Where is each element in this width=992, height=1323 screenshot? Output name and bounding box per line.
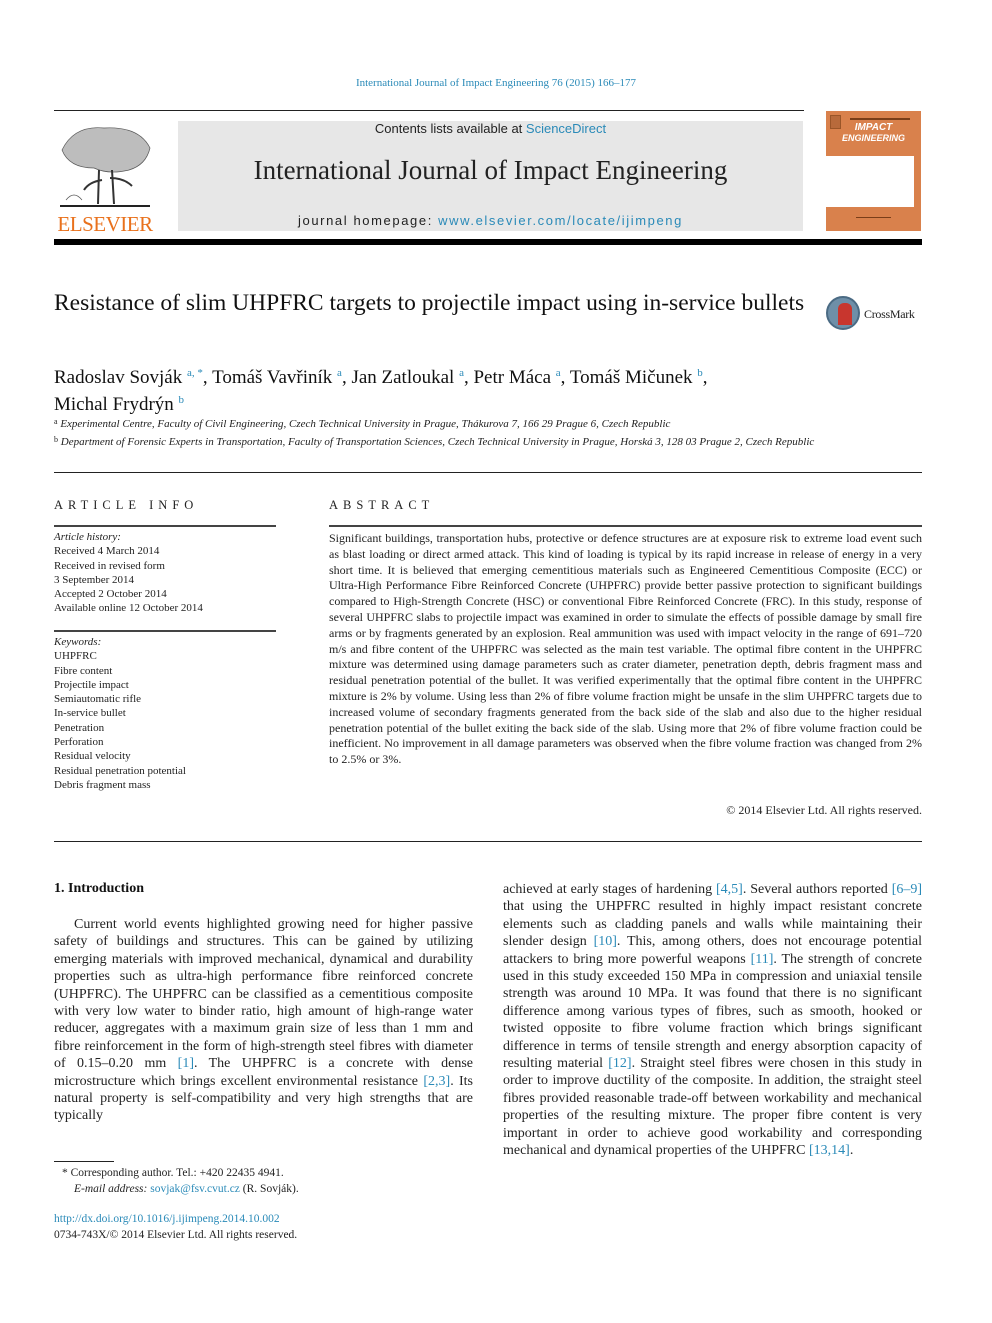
reference-link[interactable]: [12] — [608, 1056, 631, 1071]
contents-line: Contents lists available at ScienceDirec… — [178, 121, 803, 136]
keyword: In-service bullet — [54, 707, 126, 720]
footnote-contact: * Corresponding author. Tel.: +420 22435… — [62, 1167, 284, 1179]
affiliation-a: a Experimental Centre, Faculty of Civil … — [54, 414, 834, 432]
affiliation-mark: b — [54, 435, 58, 444]
body-text: . — [849, 1143, 854, 1159]
issn-copyright: 0734-743X/© 2014 Elsevier Ltd. All right… — [54, 1229, 298, 1241]
journal-banner: Contents lists available at ScienceDirec… — [178, 121, 803, 231]
crossmark-label: CrossMark — [864, 307, 915, 321]
body-text: Current world events highlighted growing… — [54, 917, 473, 1072]
doi-link[interactable]: http://dx.doi.org/10.1016/j.ijimpeng.201… — [54, 1213, 280, 1225]
cover-title-1: IMPACT — [854, 122, 893, 133]
keyword: Semiautomatic rifle — [54, 693, 142, 706]
author-affiliation-mark[interactable]: a — [556, 367, 561, 379]
doi-block: http://dx.doi.org/10.1016/j.ijimpeng.201… — [54, 1211, 454, 1243]
reference-link[interactable]: [10] — [594, 934, 617, 949]
crossmark-icon — [826, 296, 860, 330]
journal-homepage-link[interactable]: www.elsevier.com/locate/ijimpeng — [438, 213, 683, 228]
author-affiliation-mark[interactable]: a — [337, 367, 342, 379]
abstract-heading: ABSTRACT — [329, 498, 435, 512]
reference-link[interactable]: [4,5] — [716, 882, 743, 897]
article-info-rule — [54, 525, 276, 527]
author-affiliation-mark[interactable]: b — [179, 394, 185, 406]
article-info-heading: ARTICLE INFO — [54, 498, 199, 512]
keyword: UHPFRC — [54, 650, 97, 663]
history-item: Received in revised form — [54, 559, 165, 572]
homepage-line: journal homepage: www.elsevier.com/locat… — [178, 213, 803, 228]
header-rule — [54, 110, 804, 111]
cover-publisher-line — [850, 118, 910, 120]
abstract-text: Significant buildings, transportation hu… — [329, 531, 922, 767]
body-text: achieved at early stages of hardening — [503, 882, 716, 897]
author[interactable]: Petr Máca — [473, 367, 551, 388]
affiliation-text: Department of Forensic Experts in Transp… — [60, 436, 815, 448]
keyword: Penetration — [54, 721, 105, 734]
history-item: 3 September 2014 — [54, 573, 135, 586]
footnote-email-line: E-mail address: sovjak@fsv.cvut.cz (R. S… — [62, 1181, 472, 1197]
divider — [54, 841, 922, 842]
keyword: Residual velocity — [54, 750, 131, 763]
elsevier-wordmark: ELSEVIER — [57, 212, 153, 236]
email-label: E-mail address: — [74, 1183, 151, 1195]
author[interactable]: Tomáš Vavřiník — [212, 367, 332, 388]
keyword: Fibre content — [54, 664, 113, 677]
cover-image-area — [826, 156, 914, 207]
body-text: . The strength of concrete used in this … — [503, 951, 922, 1072]
abstract-rule — [329, 525, 922, 527]
reference-link[interactable]: [6–9] — [892, 882, 922, 897]
elsevier-logo[interactable]: ELSEVIER — [54, 120, 156, 236]
section-heading-introduction: 1. Introduction — [54, 881, 144, 896]
reference-link[interactable]: [13,14] — [809, 1143, 850, 1158]
author[interactable]: Tomáš Mičunek — [570, 367, 693, 388]
header-thick-rule — [54, 239, 922, 245]
author-list: Radoslav Sovják a, *, Tomáš Vavřiník a, … — [54, 367, 708, 415]
sciencedirect-link[interactable]: ScienceDirect — [526, 121, 606, 136]
email-link[interactable]: sovjak@fsv.cvut.cz — [150, 1183, 240, 1195]
corresponding-author-footnote: * Corresponding author. Tel.: +420 22435… — [62, 1165, 472, 1197]
abstract-copyright: © 2014 Elsevier Ltd. All rights reserved… — [726, 803, 922, 817]
affiliation-text: Experimental Centre, Faculty of Civil En… — [60, 418, 671, 430]
author-affiliation-mark[interactable]: a — [459, 367, 464, 379]
history-item: Available online 12 October 2014 — [54, 602, 203, 615]
crossmark-button[interactable]: CrossMark — [826, 296, 926, 336]
author[interactable]: Michal Frydrýn — [54, 394, 174, 415]
homepage-prefix: journal homepage: — [298, 213, 439, 228]
divider — [54, 472, 922, 473]
intro-column-right: achieved at early stages of hardening [4… — [503, 881, 922, 1160]
history-item: Received 4 March 2014 — [54, 545, 160, 558]
journal-cover-thumbnail[interactable]: IMPACT ENGINEERING — [826, 111, 921, 231]
affiliations: a Experimental Centre, Faculty of Civil … — [54, 414, 834, 450]
contents-prefix: Contents lists available at — [374, 121, 526, 136]
keyword: Perforation — [54, 736, 104, 749]
history-item: Accepted 2 October 2014 — [54, 588, 167, 601]
keyword: Projectile impact — [54, 678, 129, 691]
author[interactable]: Jan Zatloukal — [351, 367, 454, 388]
reference-link[interactable]: [1] — [178, 1056, 194, 1071]
elsevier-tree-icon — [60, 127, 151, 207]
history-label: Article history: — [54, 531, 121, 543]
author-affiliation-mark[interactable]: b — [697, 367, 703, 379]
author-affiliation-mark[interactable]: a, * — [187, 367, 203, 379]
keywords: Keywords: UHPFRC Fibre content Projectil… — [54, 635, 276, 792]
journal-citation-link[interactable]: International Journal of Impact Engineer… — [0, 77, 992, 89]
keyword: Residual penetration potential — [54, 764, 186, 777]
affiliation-mark: a — [54, 417, 58, 426]
footnote-rule — [54, 1161, 114, 1162]
article-title: Resistance of slim UHPFRC targets to pro… — [54, 290, 805, 316]
intro-column-left: Current world events highlighted growing… — [54, 916, 473, 1125]
reference-link[interactable]: [2,3] — [423, 1074, 450, 1089]
cover-footer — [856, 217, 891, 224]
affiliation-b: b Department of Forensic Experts in Tran… — [54, 432, 834, 450]
cover-title-2: ENGINEERING — [841, 133, 905, 143]
keyword: Debris fragment mass — [54, 778, 151, 791]
article-history: Article history: Received 4 March 2014 R… — [54, 530, 276, 616]
keywords-label: Keywords: — [54, 636, 102, 648]
body-text: . Several authors reported — [742, 882, 892, 897]
reference-link[interactable]: [11] — [751, 952, 774, 967]
author[interactable]: Radoslav Sovják — [54, 367, 182, 388]
body-text: . Straight steel fibres were chosen in t… — [503, 1056, 922, 1159]
keywords-rule — [54, 630, 276, 632]
journal-title: International Journal of Impact Engineer… — [253, 155, 728, 185]
email-suffix: (R. Sovják). — [239, 1183, 299, 1195]
